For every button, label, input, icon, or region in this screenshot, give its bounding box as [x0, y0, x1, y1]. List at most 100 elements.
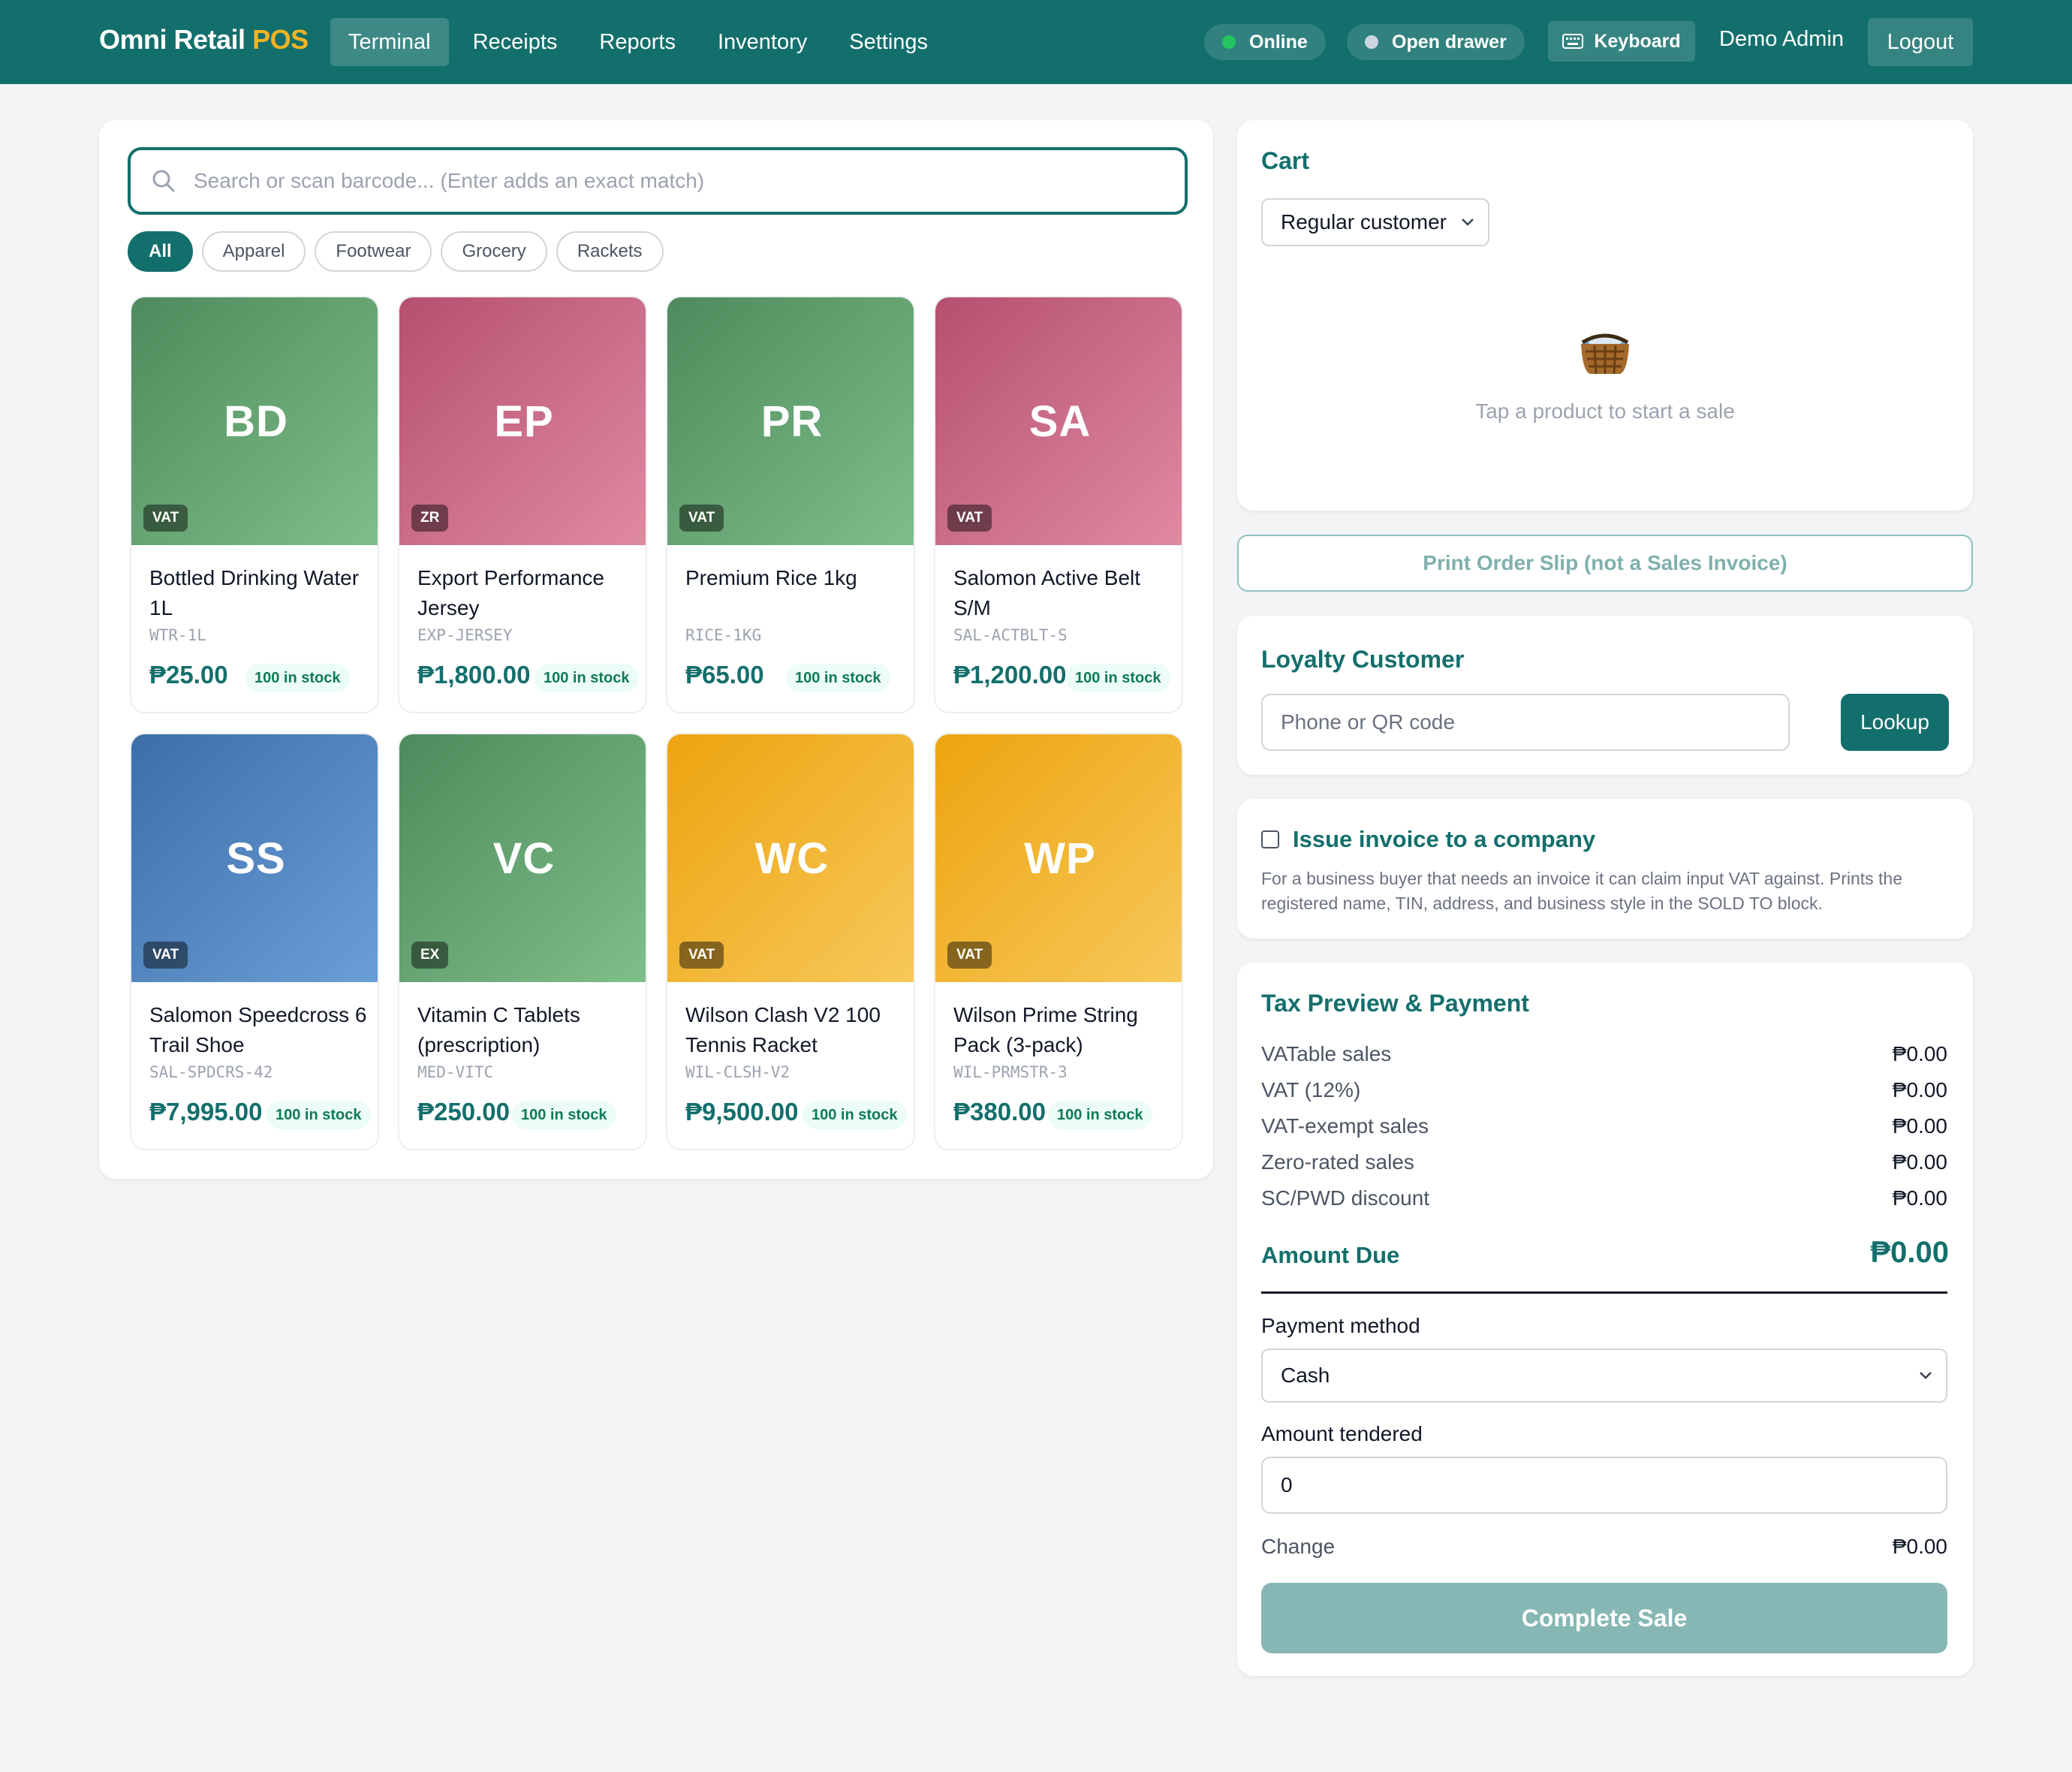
product-sku: WTR-1L — [149, 626, 206, 644]
amount-tendered-input[interactable] — [1281, 1473, 1880, 1497]
nav-settings[interactable]: Settings — [831, 18, 946, 66]
chevron-down-icon — [1920, 1372, 1932, 1379]
brand-logo[interactable]: Omni Retail POS — [99, 24, 309, 56]
nav-reports[interactable]: Reports — [581, 18, 694, 66]
company-invoice-title: Issue invoice to a company — [1293, 826, 1596, 852]
change-row: Change ₱0.00 — [1261, 1535, 1947, 1559]
amount-tendered-label: Amount tendered — [1261, 1422, 1423, 1445]
product-sku: RICE-1KG — [685, 626, 762, 644]
row-value: ₱0.00 — [1892, 1042, 1947, 1065]
product-initials: VC — [492, 833, 556, 883]
loyalty-phone-field[interactable] — [1261, 694, 1790, 751]
nav-inventory[interactable]: Inventory — [700, 18, 825, 66]
row-label: VAT-exempt sales — [1261, 1114, 1429, 1138]
stock-badge: 100 in stock — [535, 664, 639, 692]
logout-button[interactable]: Logout — [1868, 18, 1973, 66]
tax-badge: VAT — [947, 942, 992, 969]
tax-badge: VAT — [679, 942, 724, 969]
row-label: VATable sales — [1261, 1042, 1392, 1065]
product-price: ₱65.00 — [685, 661, 764, 689]
cart-panel: Cart Regular customer Tap a product to s… — [1237, 120, 1973, 511]
product-card[interactable]: SA VAT Salomon Active Belt S/M SAL-ACTBL… — [934, 296, 1183, 713]
vat-exempt-row: VAT-exempt sales ₱0.00 — [1261, 1114, 1947, 1138]
customer-type-select[interactable]: Regular customer — [1261, 198, 1489, 246]
product-sku: WIL-PRMSTR-3 — [953, 1063, 1068, 1081]
row-value: ₱0.00 — [1892, 1186, 1947, 1210]
product-price: ₱7,995.00 — [149, 1098, 263, 1126]
change-label: Change — [1261, 1535, 1336, 1558]
company-invoice-checkbox[interactable] — [1261, 830, 1279, 848]
category-apparel[interactable]: Apparel — [201, 231, 306, 272]
user-name: Demo Admin — [1719, 27, 1845, 51]
product-price: ₱1,800.00 — [417, 661, 531, 689]
print-order-slip-button[interactable]: Print Order Slip (not a Sales Invoice) — [1237, 535, 1973, 592]
product-card[interactable]: SS VAT Salomon Speedcross 6 Trail Shoe S… — [130, 733, 379, 1150]
product-initials: PR — [760, 396, 824, 446]
product-card[interactable]: BD VAT Bottled Drinking Water 1L WTR-1L … — [130, 296, 379, 713]
company-invoice-description: For a business buyer that needs an invoi… — [1261, 869, 1903, 913]
product-sku: EXP-JERSEY — [417, 626, 513, 644]
payment-method-value: Cash — [1281, 1364, 1330, 1387]
product-card[interactable]: WC VAT Wilson Clash V2 100 Tennis Racket… — [666, 733, 915, 1150]
company-invoice-panel: Issue invoice to a company For a busines… — [1237, 799, 1973, 939]
tax-badge: VAT — [947, 505, 992, 532]
product-price: ₱25.00 — [149, 661, 228, 689]
product-card[interactable]: EP ZR Export Performance Jersey EXP-JERS… — [398, 296, 647, 713]
tax-payment-panel: Tax Preview & Payment VATable sales ₱0.0… — [1237, 963, 1973, 1676]
search-input[interactable] — [194, 169, 1125, 193]
brand-accent: POS — [252, 24, 309, 55]
drawer-dot-icon — [1365, 35, 1378, 49]
product-name: Export Performance Jersey — [417, 566, 604, 619]
stock-badge: 100 in stock — [267, 1101, 371, 1129]
row-label: SC/PWD discount — [1261, 1186, 1430, 1210]
loyalty-input[interactable] — [1281, 710, 1738, 734]
keyboard-label: Keyboard — [1594, 30, 1681, 52]
product-price: ₱9,500.00 — [685, 1098, 799, 1126]
top-bar: Omni Retail POS Terminal Receipts Report… — [0, 0, 2072, 84]
product-name: Wilson Clash V2 100 Tennis Racket — [685, 1003, 881, 1056]
stock-badge: 100 in stock — [245, 664, 350, 692]
open-drawer-button[interactable]: Open drawer — [1347, 24, 1525, 60]
product-card[interactable]: WP VAT Wilson Prime String Pack (3-pack)… — [934, 733, 1183, 1150]
keyboard-icon — [1562, 34, 1584, 49]
product-initials: SS — [226, 833, 286, 883]
row-label: Zero-rated sales — [1261, 1150, 1414, 1174]
category-all[interactable]: All — [128, 231, 193, 272]
amount-tendered-field[interactable] — [1261, 1457, 1947, 1514]
empty-cart-text: Tap a product to start a sale — [1475, 399, 1735, 423]
product-initials: EP — [494, 396, 554, 446]
product-initials: WC — [754, 833, 830, 883]
category-rackets[interactable]: Rackets — [556, 231, 664, 272]
row-value: ₱0.00 — [1892, 1150, 1947, 1174]
stock-badge: 100 in stock — [512, 1101, 616, 1129]
product-name: Premium Rice 1kg — [685, 566, 857, 589]
product-sku: WIL-CLSH-V2 — [685, 1063, 791, 1081]
chevron-down-icon — [1462, 218, 1474, 226]
change-value: ₱0.00 — [1892, 1535, 1947, 1558]
product-initials: SA — [1028, 396, 1092, 446]
product-sku: SAL-ACTBLT-S — [953, 626, 1068, 644]
category-grocery[interactable]: Grocery — [441, 231, 547, 272]
stock-badge: 100 in stock — [1048, 1101, 1152, 1129]
product-card[interactable]: VC EX Vitamin C Tablets (prescription) M… — [398, 733, 647, 1150]
zero-rated-row: Zero-rated sales ₱0.00 — [1261, 1150, 1947, 1174]
sc-pwd-discount-row: SC/PWD discount ₱0.00 — [1261, 1186, 1947, 1210]
stock-badge: 100 in stock — [786, 664, 890, 692]
product-name: Wilson Prime String Pack (3-pack) — [953, 1003, 1138, 1056]
loyalty-title: Loyalty Customer — [1261, 646, 1465, 673]
tax-badge: ZR — [411, 505, 449, 532]
main-nav: Terminal Receipts Reports Inventory Sett… — [330, 18, 952, 66]
lookup-button[interactable]: Lookup — [1841, 694, 1949, 751]
search-box[interactable] — [128, 147, 1188, 215]
amount-due-value: ₱0.00 — [1870, 1236, 1949, 1269]
product-name: Salomon Active Belt S/M — [953, 566, 1141, 619]
category-filters: All Apparel Footwear Grocery Rackets — [128, 231, 673, 272]
payment-method-select[interactable]: Cash — [1261, 1349, 1947, 1403]
complete-sale-button[interactable]: Complete Sale — [1261, 1583, 1947, 1653]
keyboard-button[interactable]: Keyboard — [1548, 21, 1695, 62]
nav-receipts[interactable]: Receipts — [455, 18, 576, 66]
product-card[interactable]: PR VAT Premium Rice 1kg RICE-1KG ₱65.00 … — [666, 296, 915, 713]
search-icon — [152, 170, 175, 192]
category-footwear[interactable]: Footwear — [315, 231, 432, 272]
nav-terminal[interactable]: Terminal — [330, 18, 449, 66]
